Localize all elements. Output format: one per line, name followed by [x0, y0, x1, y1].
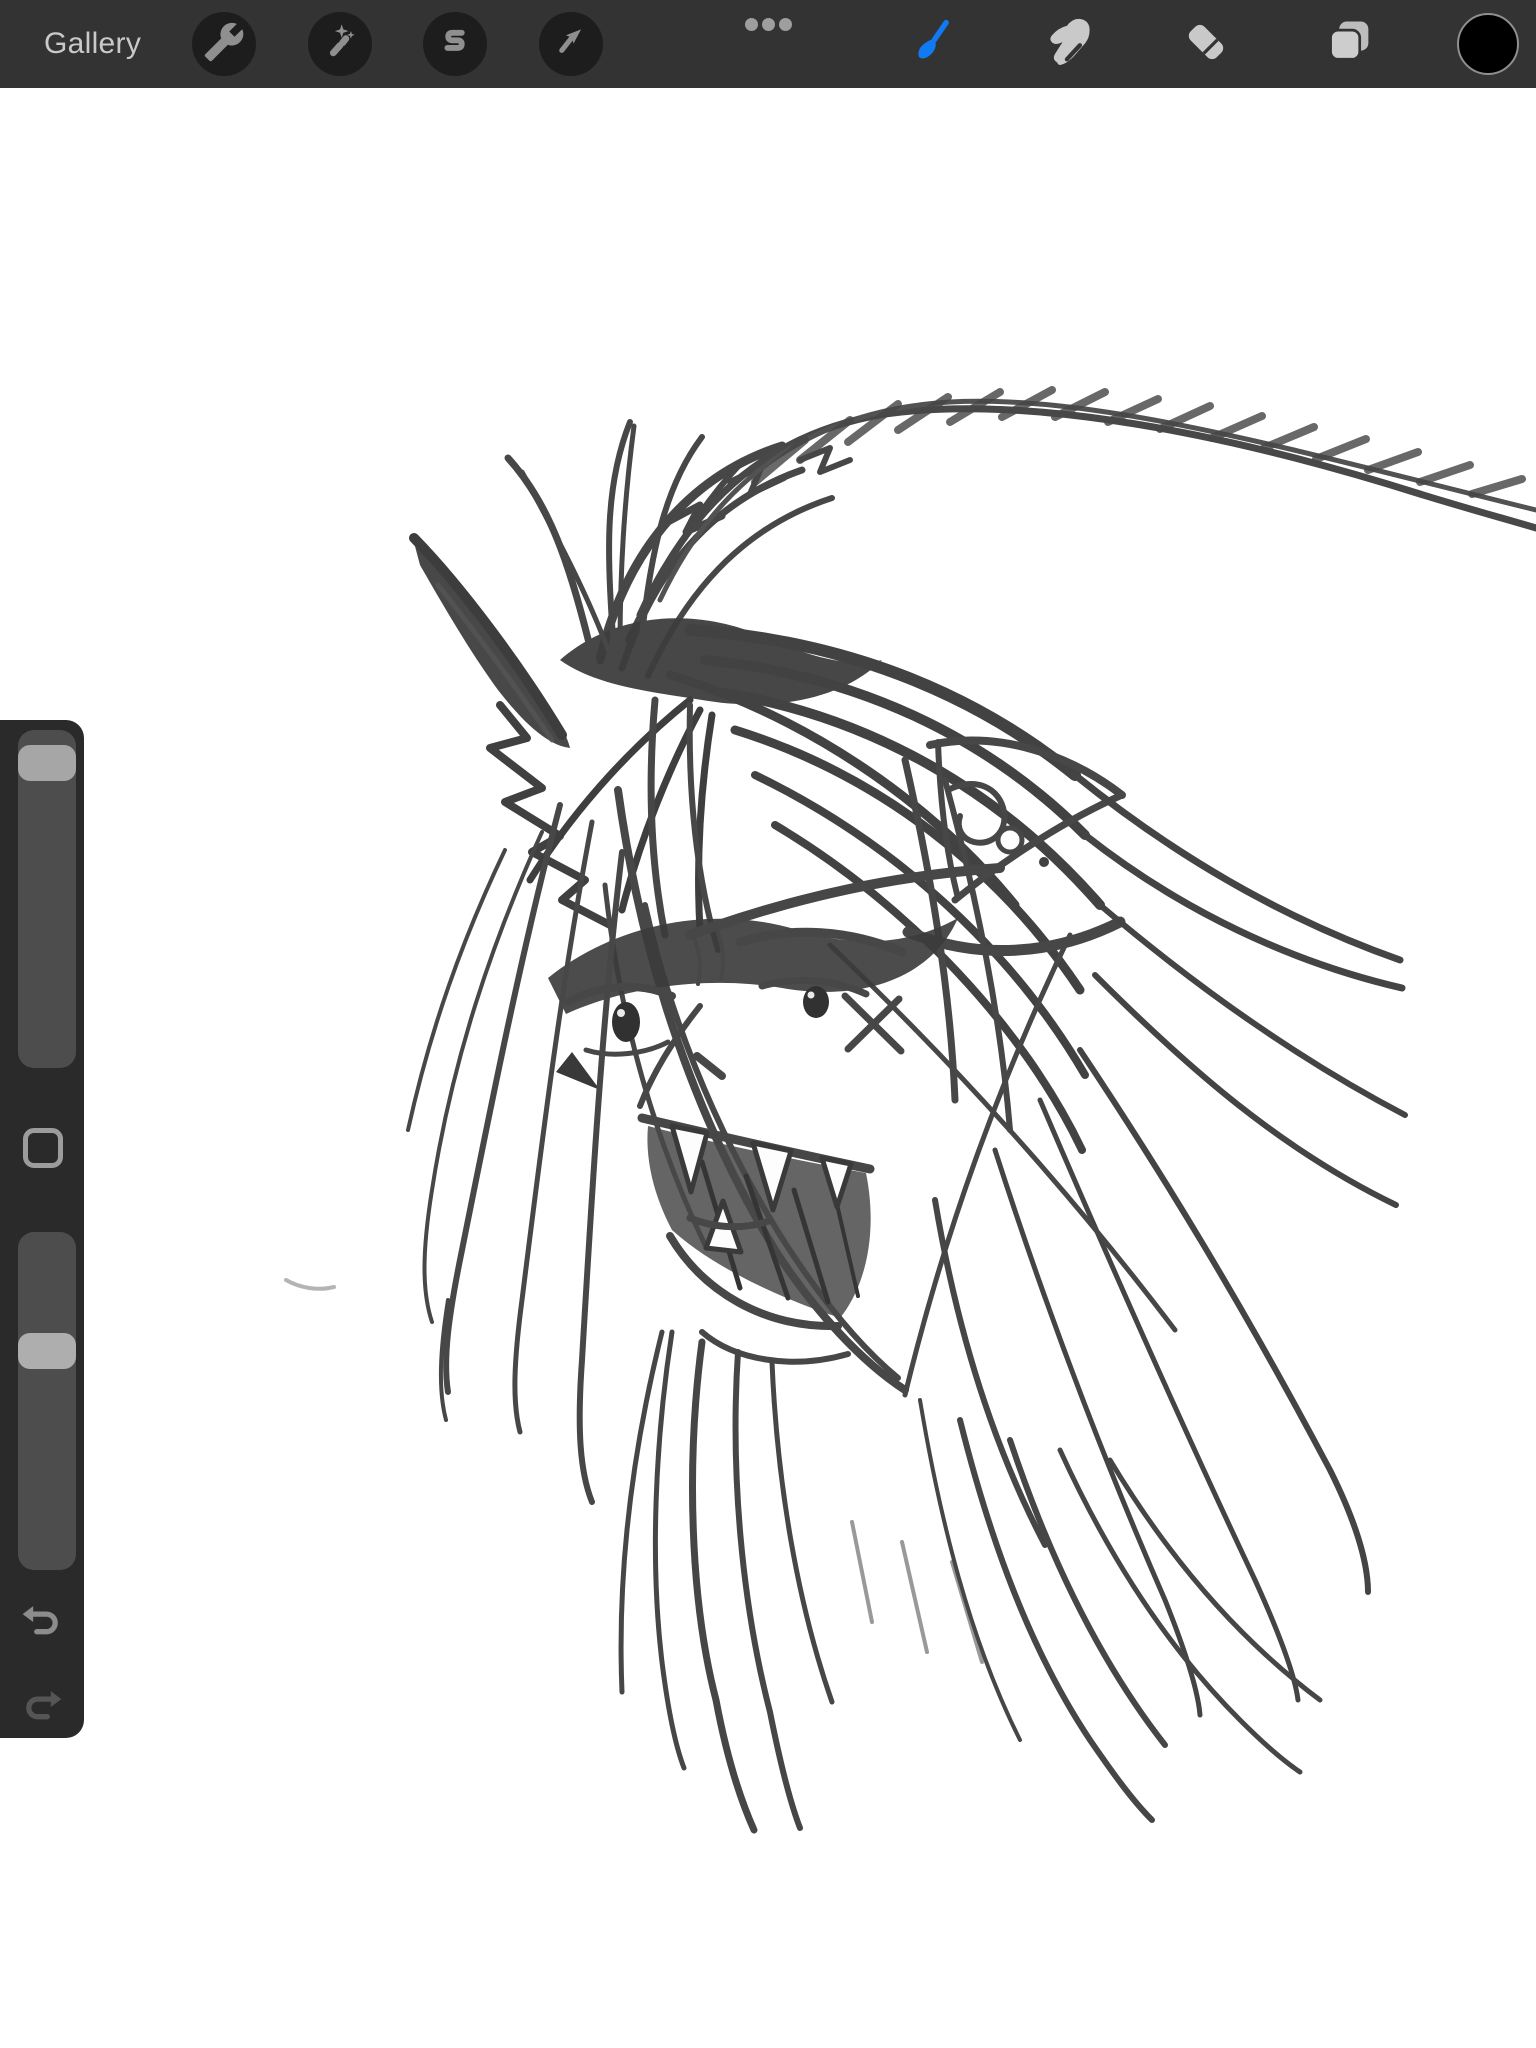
layers-button[interactable] — [1320, 14, 1380, 74]
actions-button[interactable] — [192, 12, 256, 76]
ellipsis-icon — [761, 17, 775, 31]
ellipsis-icon — [744, 17, 758, 31]
canvas-artwork — [284, 386, 1536, 1834]
brush-size-handle[interactable] — [18, 745, 76, 781]
canvas-options-button[interactable] — [740, 16, 796, 32]
smudge-tool-button[interactable] — [1038, 14, 1098, 74]
transform-button[interactable] — [539, 12, 603, 76]
brush-opacity-handle[interactable] — [18, 1333, 76, 1369]
transform-arrow-icon — [550, 21, 592, 68]
paint-tool-button[interactable] — [900, 14, 960, 74]
undo-button[interactable] — [20, 1600, 64, 1644]
brush-opacity-slider[interactable] — [18, 1232, 76, 1570]
adjustments-button[interactable] — [308, 12, 372, 76]
left-sidebar — [0, 720, 84, 1738]
undo-icon — [20, 1606, 64, 1648]
paintbrush-icon — [903, 15, 957, 74]
gallery-button[interactable]: Gallery — [44, 0, 141, 88]
ellipsis-icon — [778, 17, 792, 31]
redo-button[interactable] — [20, 1685, 64, 1729]
magic-wand-icon — [319, 21, 361, 68]
wrench-icon — [203, 21, 245, 68]
smudge-finger-icon — [1041, 15, 1095, 74]
selection-s-icon — [434, 21, 476, 68]
top-toolbar: Gallery — [0, 0, 1536, 88]
brush-size-slider[interactable] — [18, 730, 76, 1068]
erase-tool-button[interactable] — [1176, 14, 1236, 74]
eraser-icon — [1179, 15, 1233, 74]
drawing-canvas[interactable] — [0, 0, 1536, 2048]
layers-icon — [1323, 15, 1377, 74]
color-swatch[interactable] — [1457, 13, 1519, 75]
redo-icon — [20, 1691, 64, 1733]
selection-button[interactable] — [423, 12, 487, 76]
modify-button[interactable] — [23, 1128, 63, 1168]
